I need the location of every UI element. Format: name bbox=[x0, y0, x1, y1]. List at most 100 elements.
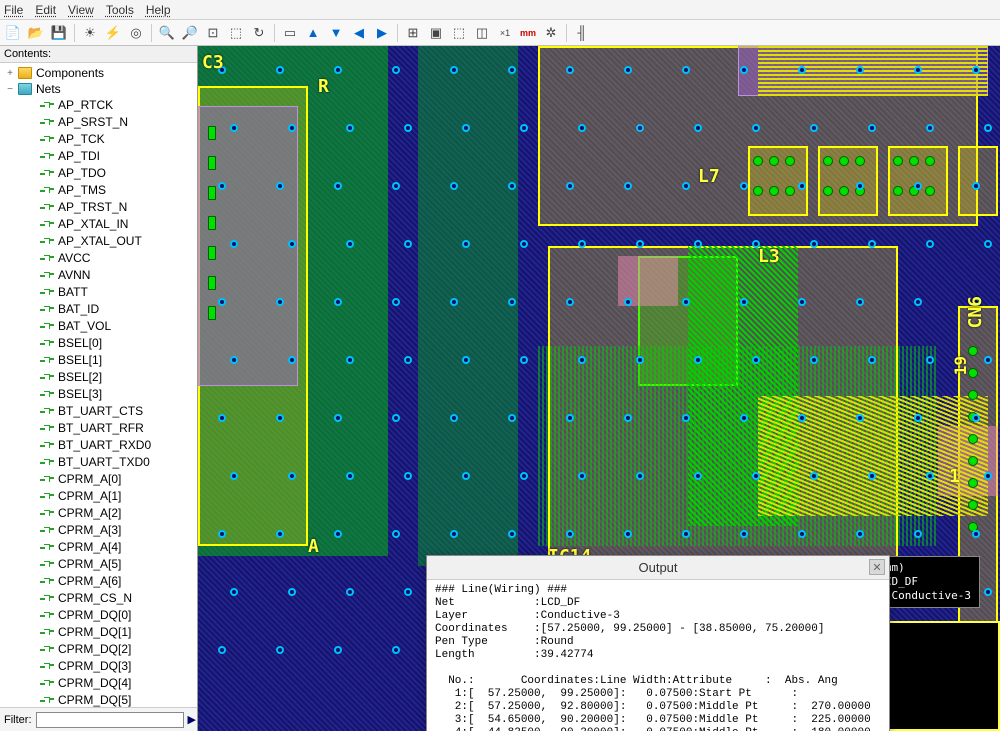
tool-target-icon[interactable]: ◎ bbox=[125, 22, 147, 44]
tool-select-icon[interactable]: ◫ bbox=[471, 22, 493, 44]
net-item[interactable]: BT_UART_RXD0 bbox=[0, 437, 197, 454]
net-item[interactable]: BAT_ID bbox=[0, 301, 197, 318]
net-item[interactable]: AVNN bbox=[0, 267, 197, 284]
output-titlebar[interactable]: Output ✕ bbox=[427, 556, 889, 580]
tool-zoom-sel-icon[interactable]: ⬚ bbox=[225, 22, 247, 44]
tool-open-icon[interactable]: 📂 bbox=[25, 22, 47, 44]
menu-view[interactable]: View bbox=[68, 3, 94, 17]
net-icon bbox=[40, 220, 54, 230]
close-icon[interactable]: ✕ bbox=[869, 559, 885, 575]
via bbox=[856, 414, 864, 422]
net-item[interactable]: CPRM_DQ[1] bbox=[0, 624, 197, 641]
tool-snap-b-icon[interactable]: ▣ bbox=[425, 22, 447, 44]
net-label: BT_UART_RFR bbox=[58, 421, 144, 436]
net-item[interactable]: AP_TRST_N bbox=[0, 199, 197, 216]
tool-zoom-fit-icon[interactable]: ⊡ bbox=[202, 22, 224, 44]
output-body[interactable]: ### Line(Wiring) ### Net :LCD_DF Layer :… bbox=[427, 580, 889, 731]
net-item[interactable]: CPRM_DQ[0] bbox=[0, 607, 197, 624]
tool-zoom-in-icon[interactable]: 🔍 bbox=[156, 22, 178, 44]
tool-zoom-out-icon[interactable]: 🔎 bbox=[179, 22, 201, 44]
menu-help[interactable]: Help bbox=[146, 3, 171, 17]
net-item[interactable]: AP_TDI bbox=[0, 148, 197, 165]
net-item[interactable]: CPRM_A[1] bbox=[0, 488, 197, 505]
net-item[interactable]: BSEL[1] bbox=[0, 352, 197, 369]
net-item[interactable]: CPRM_A[5] bbox=[0, 556, 197, 573]
net-label: CPRM_A[0] bbox=[58, 472, 121, 487]
net-item[interactable]: AP_TCK bbox=[0, 131, 197, 148]
net-item[interactable]: BT_UART_TXD0 bbox=[0, 454, 197, 471]
via bbox=[914, 530, 922, 538]
tool-column-icon[interactable]: ╢ bbox=[571, 22, 593, 44]
net-item[interactable]: AP_TDO bbox=[0, 165, 197, 182]
tool-rect-icon[interactable]: ▭ bbox=[279, 22, 301, 44]
net-label: BAT_VOL bbox=[58, 319, 111, 334]
tree-scroll[interactable]: + Components − Nets AP_RTCKAP_SRST_NAP_T… bbox=[0, 63, 197, 707]
via bbox=[914, 66, 922, 74]
net-item[interactable]: BAT_VOL bbox=[0, 318, 197, 335]
tool-right-icon[interactable]: ▶ bbox=[371, 22, 393, 44]
net-item[interactable]: CPRM_DQ[2] bbox=[0, 641, 197, 658]
via bbox=[740, 414, 748, 422]
menu-tools[interactable]: Tools bbox=[106, 3, 134, 17]
net-icon bbox=[40, 560, 54, 570]
menu-bar: File Edit View Tools Help bbox=[0, 0, 1000, 20]
tool-refresh-icon[interactable]: ↻ bbox=[248, 22, 270, 44]
net-item[interactable]: CPRM_A[6] bbox=[0, 573, 197, 590]
tool-up-icon[interactable]: ▲ bbox=[302, 22, 324, 44]
toolbar: 📄 📂 💾 ☀ ⚡ ◎ 🔍 🔎 ⊡ ⬚ ↻ ▭ ▲ ▼ ◀ ▶ ⊞ ▣ ⬚ ◫ … bbox=[0, 20, 1000, 46]
via bbox=[926, 240, 934, 248]
collapse-icon[interactable]: − bbox=[4, 84, 16, 95]
net-item[interactable]: AP_XTAL_OUT bbox=[0, 233, 197, 250]
via bbox=[798, 298, 806, 306]
net-item[interactable]: CPRM_CS_N bbox=[0, 590, 197, 607]
via bbox=[462, 356, 470, 364]
tool-light-icon[interactable]: ☀ bbox=[79, 22, 101, 44]
net-item[interactable]: AP_XTAL_IN bbox=[0, 216, 197, 233]
net-item[interactable]: CPRM_DQ[4] bbox=[0, 675, 197, 692]
tool-down-icon[interactable]: ▼ bbox=[325, 22, 347, 44]
net-item[interactable]: CPRM_A[4] bbox=[0, 539, 197, 556]
tool-new-icon[interactable]: 📄 bbox=[2, 22, 24, 44]
menu-edit[interactable]: Edit bbox=[35, 3, 56, 17]
tree-node-nets[interactable]: − Nets bbox=[0, 81, 197, 97]
filter-label: Filter: bbox=[4, 714, 32, 726]
pcb-canvas[interactable]: C3 R L7 L3 IC14 A CN6 1 19 [LINE](0.075 … bbox=[198, 46, 1000, 731]
net-item[interactable]: CPRM_A[3] bbox=[0, 522, 197, 539]
net-item[interactable]: BT_UART_CTS bbox=[0, 403, 197, 420]
net-icon bbox=[40, 441, 54, 451]
net-item[interactable]: AP_RTCK bbox=[0, 97, 197, 114]
tool-save-icon[interactable]: 💾 bbox=[48, 22, 70, 44]
net-label: AP_TRST_N bbox=[58, 200, 127, 215]
tool-flash-icon[interactable]: ⚡ bbox=[102, 22, 124, 44]
net-item[interactable]: BSEL[2] bbox=[0, 369, 197, 386]
net-item[interactable]: CPRM_DQ[3] bbox=[0, 658, 197, 675]
tool-marquee-icon[interactable]: ⬚ bbox=[448, 22, 470, 44]
filter-input[interactable] bbox=[36, 712, 184, 728]
net-label: CPRM_A[5] bbox=[58, 557, 121, 572]
component-outline bbox=[958, 146, 998, 216]
net-item[interactable]: BATT bbox=[0, 284, 197, 301]
via bbox=[450, 298, 458, 306]
net-item[interactable]: BSEL[3] bbox=[0, 386, 197, 403]
via bbox=[578, 124, 586, 132]
net-label: CPRM_A[2] bbox=[58, 506, 121, 521]
net-item[interactable]: BSEL[0] bbox=[0, 335, 197, 352]
net-item[interactable]: AVCC bbox=[0, 250, 197, 267]
tool-left-icon[interactable]: ◀ bbox=[348, 22, 370, 44]
net-item[interactable]: CPRM_A[0] bbox=[0, 471, 197, 488]
tool-x1-icon[interactable]: ×1 bbox=[494, 22, 516, 44]
tool-units-icon[interactable]: mm bbox=[517, 22, 539, 44]
net-item[interactable]: AP_TMS bbox=[0, 182, 197, 199]
net-item[interactable]: CPRM_DQ[5] bbox=[0, 692, 197, 707]
tree-node-components[interactable]: + Components bbox=[0, 65, 197, 81]
via bbox=[276, 530, 284, 538]
via bbox=[392, 298, 400, 306]
net-item[interactable]: CPRM_A[2] bbox=[0, 505, 197, 522]
net-item[interactable]: AP_SRST_N bbox=[0, 114, 197, 131]
expand-icon[interactable]: + bbox=[4, 68, 16, 79]
filter-go-icon[interactable]: ▶ bbox=[188, 713, 196, 727]
net-item[interactable]: BT_UART_RFR bbox=[0, 420, 197, 437]
tool-snap-a-icon[interactable]: ⊞ bbox=[402, 22, 424, 44]
menu-file[interactable]: File bbox=[4, 3, 23, 17]
tool-settings-icon[interactable]: ✲ bbox=[540, 22, 562, 44]
